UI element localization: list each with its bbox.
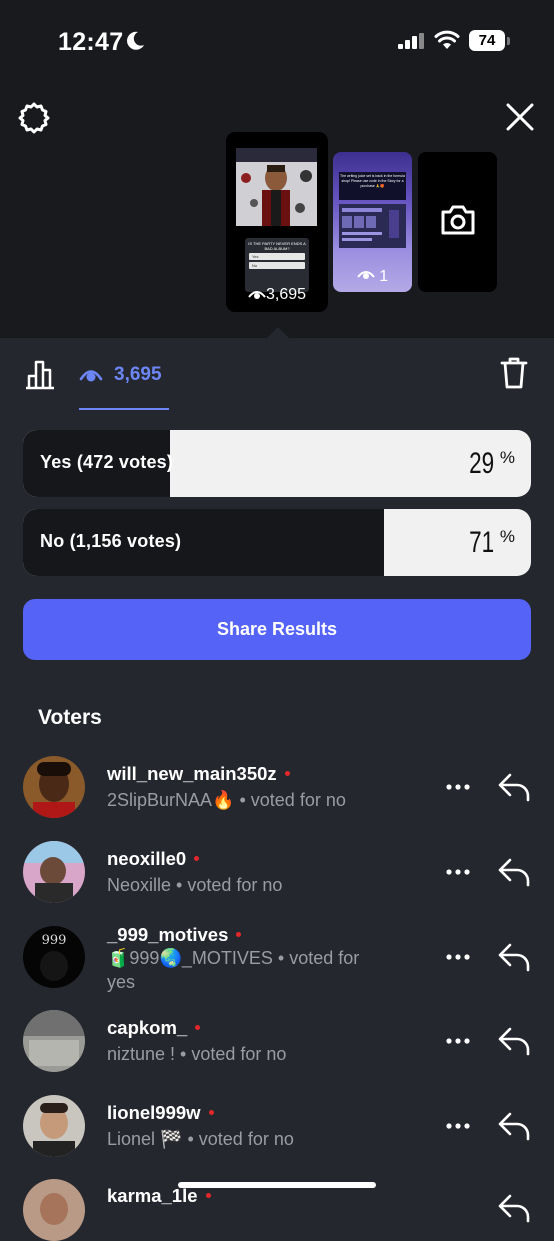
story-thumbnail-current[interactable]: IS THE PARTY NEVER ENDS A BAD ALBUM? Yes…	[226, 132, 328, 312]
story-poll-sticker: IS THE PARTY NEVER ENDS A BAD ALBUM? Yes…	[245, 238, 309, 292]
cellular-signal-icon	[398, 33, 424, 49]
battery-indicator: 74	[469, 30, 505, 51]
selected-story-pointer	[266, 327, 290, 339]
voter-subtitle: Lionel 🏁 • voted for no	[107, 1129, 294, 1149]
online-dot	[208, 1110, 214, 1115]
battery-tip	[507, 37, 510, 45]
viewers-count: 3,695	[114, 364, 162, 385]
story-poll-question: IS THE PARTY NEVER ENDS A BAD ALBUM?	[248, 241, 306, 251]
more-options-icon[interactable]	[446, 784, 470, 790]
avatar[interactable]	[23, 841, 85, 903]
home-indicator[interactable]	[178, 1182, 376, 1188]
eye-icon	[248, 288, 266, 306]
avatar[interactable]	[23, 1179, 85, 1241]
trash-icon[interactable]	[500, 356, 528, 390]
voter-subtitle: Neoxille • voted for no	[107, 875, 283, 895]
voters-heading: Voters	[38, 706, 102, 729]
add-story-camera[interactable]	[418, 152, 497, 292]
avatar[interactable]: 999	[23, 926, 85, 988]
voter-subtitle: niztune ! • voted for no	[107, 1044, 287, 1064]
eye-icon	[79, 370, 103, 382]
status-time: 12:47	[58, 28, 124, 56]
tab-viewers[interactable]: 3,695	[79, 360, 169, 410]
bar-chart-icon[interactable]	[24, 358, 56, 390]
svg-text:999: 999	[42, 933, 67, 948]
poll-option-percent: 29%	[468, 447, 515, 480]
voter-subtitle: 🧃999🌏_MOTIVES • voted for yes	[107, 948, 360, 992]
settings-gear-icon[interactable]	[17, 101, 51, 135]
eye-icon	[357, 268, 379, 285]
online-dot	[284, 771, 290, 776]
poll-option-label: Yes (472 votes)	[40, 452, 174, 472]
story-views: 1	[333, 268, 412, 286]
voter-username[interactable]: lionel999w	[107, 1102, 214, 1124]
avatar[interactable]	[23, 1095, 85, 1157]
reply-icon[interactable]	[497, 857, 531, 887]
story-views-count: 1	[379, 268, 389, 285]
reply-icon[interactable]	[497, 1193, 531, 1223]
more-options-icon[interactable]	[446, 869, 470, 875]
close-icon[interactable]	[505, 102, 535, 132]
more-options-icon[interactable]	[446, 1038, 470, 1044]
reply-icon[interactable]	[497, 772, 531, 802]
more-options-icon[interactable]	[446, 954, 470, 960]
story-header: 12:47 74 IS THE PARTY NEVER ENDS A BAD A…	[0, 0, 554, 339]
online-dot	[195, 1025, 201, 1030]
reply-icon[interactable]	[497, 1111, 531, 1141]
voter-username[interactable]: _999_motives	[107, 924, 242, 946]
voter-username[interactable]: neoxille0	[107, 848, 200, 870]
online-dot	[194, 856, 200, 861]
moon-icon	[127, 31, 144, 50]
story-artwork	[236, 148, 317, 226]
story-text: The writing juice set is back in the for…	[339, 172, 406, 200]
voter-username[interactable]: will_new_main350z	[107, 763, 290, 785]
poll-option-no: No (1,156 votes) 71%	[23, 509, 531, 576]
more-options-icon[interactable]	[446, 1123, 470, 1129]
online-dot	[205, 1193, 211, 1198]
poll-option-yes: Yes (472 votes) 29%	[23, 430, 531, 497]
voter-username[interactable]: capkom_	[107, 1017, 201, 1039]
avatar[interactable]	[23, 756, 85, 818]
story-poll-option-yes: Yes	[249, 253, 305, 260]
poll-option-label: No (1,156 votes)	[40, 531, 182, 551]
story-views: 3,695	[226, 286, 328, 306]
online-dot	[236, 932, 242, 937]
story-views-count: 3,695	[265, 286, 307, 303]
story-screenshot	[339, 204, 406, 248]
reply-icon[interactable]	[497, 1026, 531, 1056]
wifi-icon	[434, 30, 460, 49]
camera-icon	[441, 205, 475, 235]
voter-username[interactable]: karma_1le	[107, 1185, 211, 1207]
poll-option-percent: 71%	[468, 526, 515, 559]
share-results-button[interactable]: Share Results	[23, 599, 531, 660]
avatar[interactable]	[23, 1010, 85, 1072]
reply-icon[interactable]	[497, 942, 531, 972]
status-bar: 12:47 74	[0, 0, 554, 84]
story-poll-option-no: No	[249, 262, 305, 269]
voter-subtitle: 2SlipBurNAA🔥 • voted for no	[107, 790, 346, 810]
story-thumbnail-next[interactable]: The writing juice set is back in the for…	[333, 152, 412, 292]
